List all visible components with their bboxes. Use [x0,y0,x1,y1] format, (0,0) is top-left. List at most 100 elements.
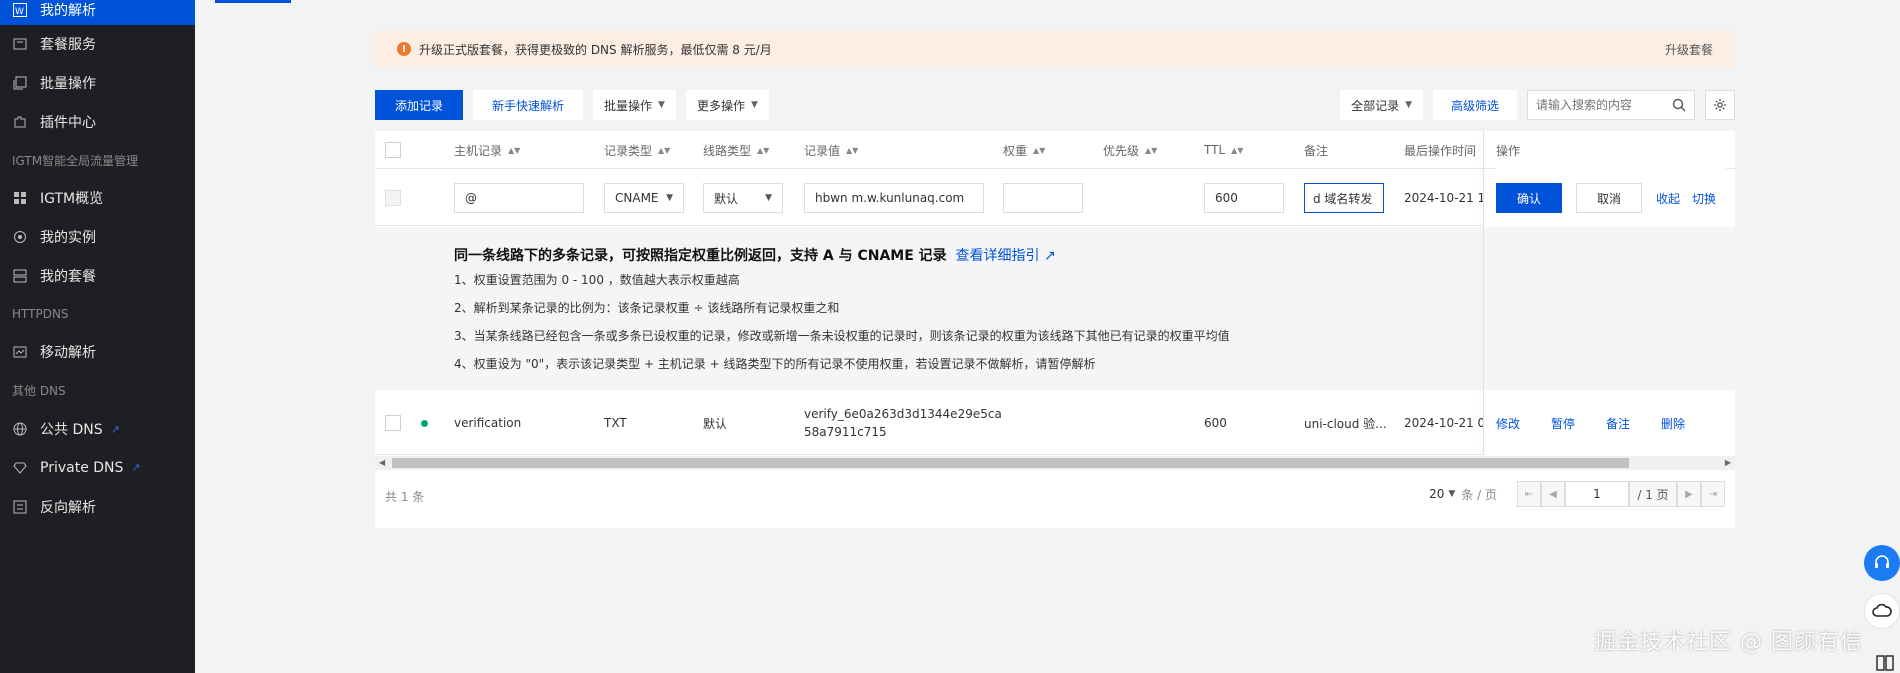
add-record-button[interactable]: 添加记录 [375,90,463,120]
header-ttl-label: TTL [1204,143,1226,157]
sidebar-group-igtm: IGTM智能全局流量管理 [12,153,139,168]
sidebar-item-package[interactable]: 套餐服务 [0,25,195,64]
total-pages: / 1 页 [1629,481,1677,507]
sidebar-group-other: 其他 DNS [12,384,66,399]
line-type-select[interactable]: 默认 ▼ [703,183,783,213]
ttl-input[interactable]: 600 [1204,183,1284,213]
header-weight[interactable]: 权重 ▲▼ [1003,131,1045,169]
next-page-button[interactable]: ▶ [1677,481,1701,507]
search-icon[interactable] [1672,98,1686,112]
settings-button[interactable] [1705,90,1735,120]
remark-link[interactable]: 备注 [1606,415,1630,432]
upgrade-link[interactable]: 升级套餐 [1665,41,1713,58]
scroll-left-icon[interactable]: ◀ [379,456,385,470]
support-button[interactable] [1864,545,1900,581]
header-line-label: 线路类型 [703,143,752,158]
row-ttl: 600 [1204,416,1227,430]
batch-ops-dropdown[interactable]: 批量操作 ▼ [593,90,676,120]
warning-icon: ! [397,42,411,56]
header-value[interactable]: 记录值 ▲▼ [804,131,858,169]
sidebar: W 我的解析 套餐服务 批量操作 插件中心 IGTM智能全局流量管理 IGTM概… [0,0,195,673]
header-last-op: 最后操作时间 [1404,131,1476,169]
sidebar-item-label: IGTM概览 [40,191,104,208]
sidebar-item-my-plan[interactable]: 我的套餐 [0,256,195,295]
sort-icon: ▲▼ [1145,145,1158,155]
advanced-filter-button[interactable]: 高级筛选 [1433,90,1517,120]
delete-link[interactable]: 删除 [1661,415,1685,432]
confirm-button[interactable]: 确认 [1496,183,1562,213]
caret-down-icon: ▼ [765,193,772,203]
scrollbar-thumb[interactable] [392,458,1629,468]
caret-down-icon: ▼ [1448,489,1456,499]
header-type[interactable]: 记录类型 ▲▼ [604,131,670,169]
external-link-icon: ↗ [110,422,120,436]
sidebar-item-label: 反向解析 [40,499,96,516]
row-checkbox[interactable] [385,415,401,431]
fixed-column-divider [1483,131,1484,455]
header-host[interactable]: 主机记录 ▲▼ [454,131,520,169]
collapse-link[interactable]: 收起 [1656,190,1680,207]
guide-link[interactable]: 查看详细指引 ↗ [956,248,1056,264]
first-page-button[interactable]: ⇤ [1517,481,1541,507]
edit-link[interactable]: 修改 [1496,415,1520,432]
record-type-select[interactable]: CNAME ▼ [604,183,684,213]
row-checkbox[interactable] [385,190,401,206]
sidebar-item-plugin[interactable]: 插件中心 [0,102,195,141]
pagination: 共 1 条 20 ▼ 条 / 页 ⇤ ◀ 1 / 1 页 ▶ ⇥ [375,471,1735,521]
prev-page-button[interactable]: ◀ [1541,481,1565,507]
status-dot-enabled [421,419,428,427]
page-number-input[interactable]: 1 [1565,481,1629,507]
sort-icon: ▲▼ [757,145,770,155]
scroll-right-icon[interactable]: ▶ [1725,456,1731,470]
row-host: verification [454,416,522,430]
quick-setup-button[interactable]: 新手快速解析 [473,90,583,120]
row-actions: 修改 暂停 备注 删除 [1484,391,1735,455]
total-count: 共 1 条 [385,489,425,504]
toolbar: 添加记录 新手快速解析 批量操作 ▼ 更多操作 ▼ 全部记录 ▼ 高级筛选 [375,89,1735,121]
weight-tip-panel: 同一条线路下的多条记录，可按照指定权重比例返回，支持 A 与 CNAME 记录 … [375,227,1735,390]
row-type: TXT [604,416,627,430]
row-value: verify_6e0a263d3d1344e29e5ca 58a7911c715 [804,391,1002,455]
sidebar-item-my-dns[interactable]: W 我的解析 [0,0,195,25]
sidebar-item-batch[interactable]: 批量操作 [0,64,195,103]
tip-title: 同一条线路下的多条记录，可按照指定权重比例返回，支持 A 与 CNAME 记录 … [454,245,1056,265]
instance-icon [12,229,28,245]
header-remark-label: 备注 [1304,143,1329,158]
switch-link[interactable]: 切换 [1692,190,1716,207]
cloud-assistant-button[interactable] [1864,593,1900,629]
host-input[interactable]: @ [454,183,584,213]
gear-icon [1714,99,1726,111]
search-input[interactable] [1536,98,1672,112]
weight-input[interactable] [1003,183,1083,213]
page-size-select[interactable]: 20 [1429,487,1444,501]
header-priority[interactable]: 优先级 ▲▼ [1103,131,1157,169]
header-ttl[interactable]: TTL ▲▼ [1204,131,1243,169]
pause-link[interactable]: 暂停 [1551,415,1575,432]
search-box [1527,90,1695,120]
table-row: verification TXT 默认 verify_6e0a263d3d134… [375,391,1735,455]
header-last-op-label: 最后操作时间 [1404,143,1477,158]
sidebar-item-label: 移动解析 [40,345,96,362]
sidebar-item-public-dns[interactable]: 公共 DNS ↗ [0,410,195,449]
sort-icon: ▲▼ [508,145,521,155]
reverse-icon [12,499,28,515]
record-filter-dropdown[interactable]: 全部记录 ▼ [1340,90,1423,120]
sort-icon: ▲▼ [1033,145,1046,155]
package-icon [12,36,28,52]
edit-row-actions: 确认 取消 收起 切换 [1484,170,1735,226]
sidebar-item-reverse-dns[interactable]: 反向解析 [0,487,195,526]
sidebar-item-private-dns[interactable]: Private DNS ↗ [0,449,195,488]
select-all-checkbox[interactable] [385,142,401,158]
batch-icon [12,75,28,91]
cancel-button[interactable]: 取消 [1576,183,1642,213]
more-ops-dropdown[interactable]: 更多操作 ▼ [685,90,769,120]
header-line[interactable]: 线路类型 ▲▼ [703,131,769,169]
sidebar-item-label: 我的解析 [40,2,96,19]
horizontal-scrollbar[interactable]: ◀ ▶ [375,456,1735,470]
last-page-button[interactable]: ⇥ [1701,481,1725,507]
remark-input[interactable]: d 域名转发 [1304,183,1384,213]
sidebar-item-mobile-dns[interactable]: 移动解析 [0,333,195,372]
sidebar-item-igtm-overview[interactable]: IGTM概览 [0,179,195,218]
sidebar-item-my-instance[interactable]: 我的实例 [0,218,195,257]
record-value-input[interactable]: hbwn m.w.kunlunaq.com [804,183,984,213]
